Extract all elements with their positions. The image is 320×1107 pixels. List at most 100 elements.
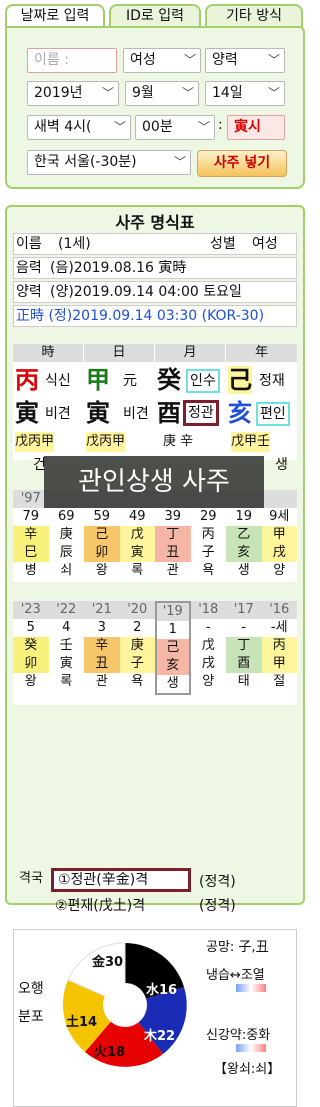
hour-select[interactable]: 새벽 4시(﹀ [27,115,131,140]
solar-row: 양력 (양)2019.09.14 04:00 토요일 [13,281,297,303]
daeun-branch: 亥 [226,544,262,562]
daeun-age: 59 [93,509,111,524]
seun-age: 3 [97,620,106,635]
seun-stem: 丁 [226,637,262,655]
seun-column[interactable]: '16 -세 丙甲 절 [261,601,297,691]
daeun-stage: 욕 [202,563,215,578]
submit-saju-button[interactable]: 사주 넣기 [197,150,287,177]
time-separator: : [218,117,223,133]
lunar-value: (음)2019.08.16 寅時 [50,260,187,276]
seun-stage: 관 [95,674,108,689]
hour-hidden-stems: 戊丙甲 [15,432,55,452]
minute-value: 00분 [142,119,173,135]
seun-column[interactable]: '18- 戊戌 양 [190,601,226,691]
calendar-select[interactable]: 양력 ﹀ [205,48,285,73]
tab-id-input[interactable]: ID로 입력 [109,4,201,28]
seun-branch: 甲 [261,655,297,673]
five-element-table: 오행 분포 金30 水16 木22 火18 土14 공망: 子,丑 냉습↔조열 … [13,929,297,1107]
seun-stage: 생 [166,676,179,691]
daeun-branch: 辰 [59,545,73,560]
water-value: 水16 [146,982,177,998]
day-select[interactable]: 14일 ﹀ [205,81,285,106]
day-stem-god: 元 [123,373,137,389]
hour-branch: 寅 [15,399,39,427]
location-value: 한국 서울(-30분) [34,154,137,170]
name-input[interactable]: 이름 : [27,48,117,73]
month-branch-god: 정관 [183,400,219,426]
seun-year: '16 [261,601,297,619]
gender-value-text: 여성 [252,236,278,252]
tab-other-method[interactable]: 기타 방식 [205,4,303,28]
seun-stem: 壬 [59,638,73,653]
daeun-stage: 록 [131,563,144,578]
lunar-row: 음력 (음)2019.08.16 寅時 [13,257,297,279]
gyeok-primary: ①정관(辛金)격 [51,868,191,892]
daeun-stem: 戊 [119,526,155,544]
daeun-branch: 丑 [155,544,191,562]
solar-value: (양)2019.09.14 04:00 토요일 [50,284,242,300]
five-label-1: 오행 [18,981,44,997]
daeun-age: 69 [57,509,75,524]
gender-select[interactable]: 여성 ﹀ [123,48,201,73]
earth-value: 土14 [66,1014,97,1030]
fire-value: 火18 [94,1045,125,1060]
minute-select[interactable]: 00분 ﹀ [135,115,215,140]
year-value: 2019년 [34,85,83,101]
seun-age: 5 [26,620,35,635]
metal-value: 金30 [91,954,123,970]
year-branch: 亥 [228,399,252,427]
seun-column[interactable]: '23 5 癸卯 왕 [13,601,49,691]
seun-column[interactable]: '20 2 庚子 욕 [119,601,155,691]
pillar-head-month: 月 [155,344,225,362]
daeun-stage: 생 [237,563,250,578]
seun-stage: 욕 [131,674,144,689]
chevron-down-icon: ﹀ [267,86,280,100]
seun-stem: 庚 [119,637,155,655]
lunar-label: 음력 [16,260,42,276]
tab-date-input[interactable]: 날짜로 입력 [5,4,105,28]
seun-year: '22 [48,601,84,619]
saju-type-overlay: 관인상생 사주 [44,456,264,508]
chevron-down-icon: ﹀ [181,86,194,100]
seun-stage: 록 [60,674,73,689]
hour-branch-god: 비견 [45,406,71,422]
month-hidden-stems: 庚 辛 [163,434,194,449]
name-label: 이름 [16,236,42,252]
calendar-value: 양력 [212,52,238,68]
daeun-branch: 卯 [84,544,120,562]
seun-column[interactable]: '21 3 辛丑 관 [84,601,120,691]
input-tabs: 날짜로 입력 ID로 입력 기타 방식 [5,4,305,28]
seun-branch: 丑 [84,655,120,673]
gongmang: 공망: 子,丑 [206,940,269,955]
chevron-down-icon: ﹀ [267,53,280,67]
daeun-stage: 왕 [95,563,108,578]
gender-label: 성별 [210,236,236,252]
year-select[interactable]: 2019년 ﹀ [27,81,119,106]
seun-column[interactable]: '22 4 壬寅 록 [48,601,84,691]
chart-title: 사주 명식표 [115,213,195,232]
daeun-column[interactable]: 9세 甲戌 양 [261,490,297,580]
pillar-head-year: 年 [226,344,297,362]
seun-column[interactable]: '19 1 己亥 생 [155,601,191,695]
seun-year: '19 [157,603,189,621]
location-select[interactable]: 한국 서울(-30분) ﹀ [27,150,191,175]
seun-stage: 태 [237,674,250,689]
month-select[interactable]: 9월 ﹀ [125,81,199,106]
year-hidden-stems: 戊甲壬 [231,432,271,452]
daeun-age: 29 [199,509,217,524]
daeun-branch: 寅 [119,544,155,562]
gyeok-kind: (정격) [199,874,236,890]
seun-year: '21 [84,601,120,619]
seun-year: '20 [119,601,155,619]
daeun-stem: 甲 [261,526,297,544]
seun-column[interactable]: '17- 丁酉 태 [226,601,262,691]
seun-age: 1 [168,622,177,637]
true-time-row: 正時 (정)2019.09.14 03:30 (KOR-30) [13,305,297,327]
seun-age: - [205,620,211,635]
seun-stem: 己 [157,639,189,657]
chevron-down-icon: ﹀ [183,53,196,67]
seun-age: 4 [62,620,71,635]
wood-value: 木22 [143,1028,175,1044]
chevron-down-icon: ﹀ [101,86,114,100]
seun-stem: 辛 [84,637,120,655]
